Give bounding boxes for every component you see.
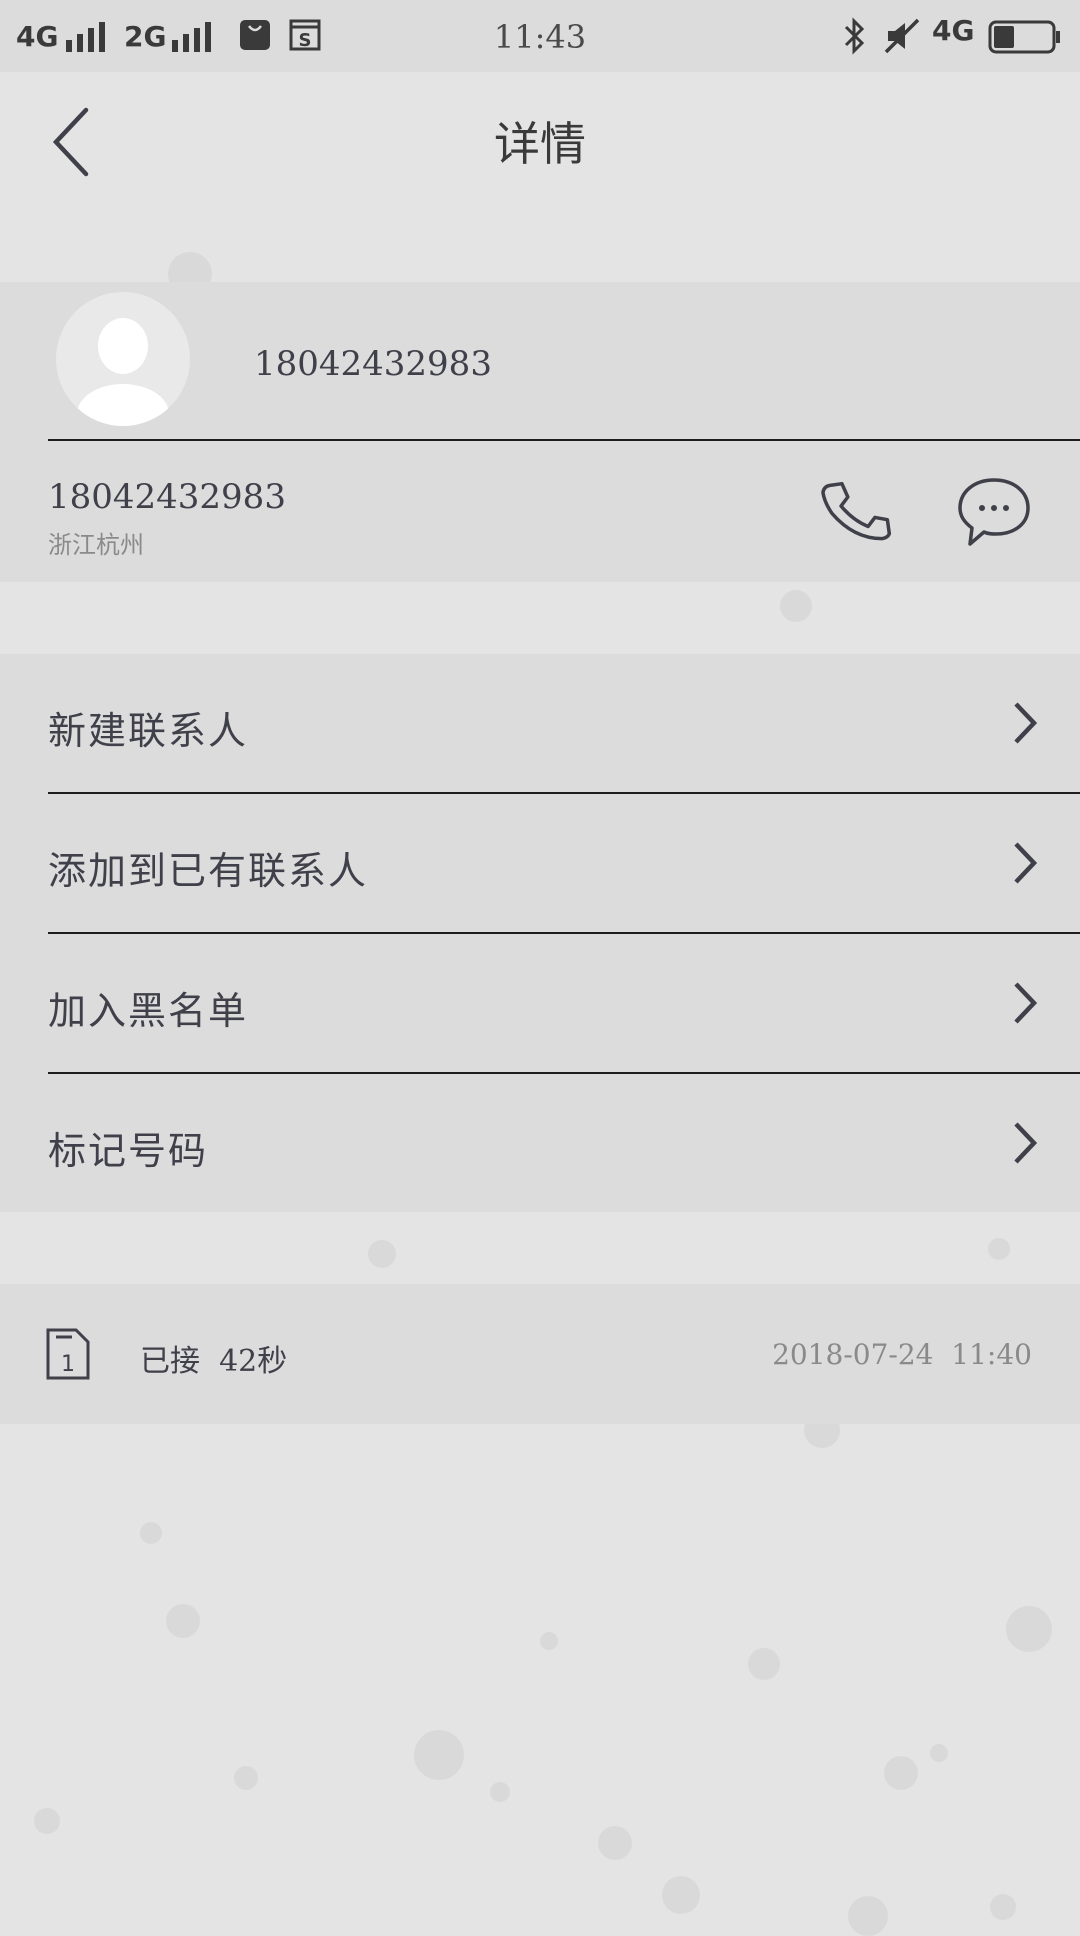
person-icon [77, 318, 169, 426]
mark-number-button[interactable]: 标记号码 [0, 1074, 1080, 1214]
background-bubble [988, 1238, 1010, 1260]
background-bubble [368, 1240, 396, 1268]
sim-slot-number: 1 [61, 1352, 75, 1377]
background-bubble [34, 1808, 60, 1834]
chevron-right-icon [1014, 842, 1038, 884]
network-type-label: 4G [932, 14, 975, 47]
background-bubble [140, 1522, 162, 1544]
background-bubble [166, 1604, 200, 1638]
background-bubble [748, 1648, 780, 1680]
action-label: 添加到已有联系人 [48, 849, 369, 893]
page-title: 详情 [494, 117, 586, 171]
call-button[interactable] [820, 476, 892, 548]
background-bubble [930, 1744, 948, 1762]
sim-card-icon: 1 [46, 1328, 90, 1380]
navigation-header: 详情 [0, 72, 1080, 212]
call-log-entry[interactable]: 1 已接 42秒 2018-07-24 11:40 [0, 1284, 1080, 1424]
phone-icon [821, 481, 892, 541]
background-bubble [884, 1756, 918, 1790]
status-bar: 4G 2G S 11:43 4G [0, 0, 1080, 72]
phone-number[interactable]: 18042432983 [48, 477, 286, 517]
chat-bubble-icon [958, 478, 1030, 546]
contact-actions-list: 新建联系人 添加到已有联系人 加入黑名单 标记号码 [0, 654, 1080, 1212]
divider [48, 439, 1080, 441]
add-to-blacklist-button[interactable]: 加入黑名单 [0, 934, 1080, 1074]
action-label: 加入黑名单 [48, 989, 249, 1033]
phone-location: 浙江杭州 [48, 531, 144, 559]
message-button[interactable] [956, 476, 1032, 548]
call-timestamp: 2018-07-24 11:40 [772, 1338, 1032, 1371]
call-status: 已接 42秒 [140, 1344, 288, 1379]
contact-card: 18042432983 18042432983 浙江杭州 [0, 282, 1080, 582]
chevron-right-icon [1014, 702, 1038, 744]
background-bubble [540, 1632, 558, 1650]
background-bubble [780, 590, 812, 622]
contact-display-name: 18042432983 [254, 344, 492, 384]
add-to-existing-contact-button[interactable]: 添加到已有联系人 [0, 794, 1080, 934]
background-bubble [234, 1766, 258, 1790]
background-bubble [848, 1896, 888, 1936]
bluetooth-icon [844, 17, 865, 55]
background-bubble [990, 1894, 1016, 1920]
background-bubble [414, 1730, 464, 1780]
background-bubble [662, 1876, 700, 1914]
mute-icon [884, 18, 920, 54]
background-bubble [1006, 1606, 1052, 1652]
chevron-right-icon [1014, 982, 1038, 1024]
battery-icon [988, 20, 1060, 54]
avatar [56, 292, 190, 426]
action-label: 新建联系人 [48, 709, 249, 753]
background-bubble [598, 1826, 632, 1860]
chevron-right-icon [1014, 1122, 1038, 1164]
background-bubble [490, 1782, 510, 1802]
action-label: 标记号码 [48, 1129, 209, 1173]
new-contact-button[interactable]: 新建联系人 [0, 654, 1080, 794]
